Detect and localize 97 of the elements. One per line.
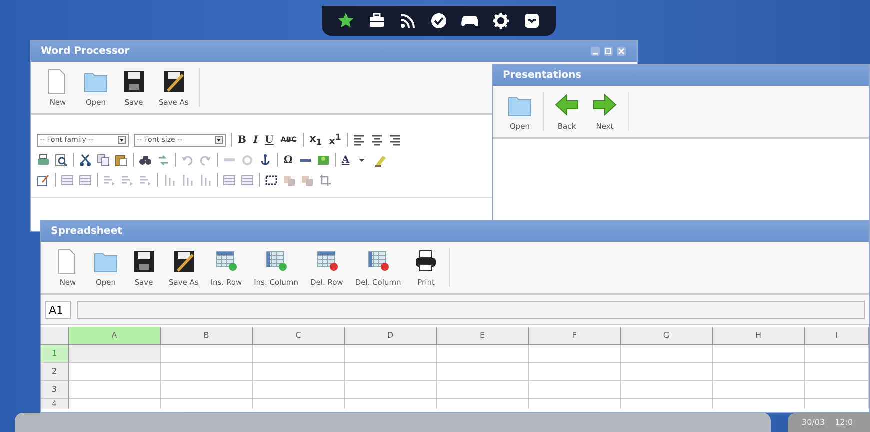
column-header[interactable]: I: [805, 327, 869, 345]
right-arrow-icon: [592, 92, 618, 118]
column-header[interactable]: B: [161, 327, 253, 345]
table-cell[interactable]: [253, 381, 345, 399]
selection-icon[interactable]: [265, 174, 278, 186]
column-header[interactable]: E: [437, 327, 529, 345]
table-cell[interactable]: [805, 363, 869, 381]
table-icon[interactable]: [61, 174, 74, 186]
row-header[interactable]: 3: [41, 381, 69, 399]
format-button[interactable]: U: [264, 134, 275, 146]
table-cell[interactable]: [805, 345, 869, 363]
replace-icon[interactable]: [157, 154, 170, 166]
format-button[interactable]: Ω: [283, 154, 294, 166]
column-header[interactable]: D: [345, 327, 437, 345]
window-title: Presentations: [503, 70, 583, 81]
star-icon[interactable]: [336, 12, 355, 30]
anchor-icon[interactable]: [259, 154, 272, 166]
binoculars-icon[interactable]: [139, 154, 152, 166]
column-header[interactable]: C: [253, 327, 345, 345]
table-cell[interactable]: [529, 381, 621, 399]
formula-field[interactable]: [77, 301, 865, 319]
table-cell[interactable]: [621, 381, 713, 399]
table-cell[interactable]: [713, 345, 805, 363]
table-cell[interactable]: [345, 381, 437, 399]
table-cell[interactable]: [161, 345, 253, 363]
table-cell[interactable]: [437, 363, 529, 381]
format-button[interactable]: x$_{1}$: [308, 134, 324, 146]
clipboard-icon[interactable]: [115, 154, 128, 166]
table-cell[interactable]: [529, 345, 621, 363]
window-title: Word Processor: [41, 46, 131, 57]
align-left-icon[interactable]: [353, 134, 366, 146]
window-title: Spreadsheet: [51, 226, 124, 237]
table-row-icon[interactable]: [139, 174, 152, 186]
layers-icon[interactable]: [301, 174, 314, 186]
table-cell[interactable]: [69, 345, 161, 363]
column-header[interactable]: A: [69, 327, 161, 345]
table-cell[interactable]: [253, 345, 345, 363]
format-button[interactable]: B: [237, 134, 248, 146]
corner-cell: [41, 327, 69, 345]
inbox-icon[interactable]: [523, 12, 542, 30]
settings-icon[interactable]: [492, 12, 510, 30]
magnifier-icon[interactable]: [55, 154, 68, 166]
row-header[interactable]: 2: [41, 363, 69, 381]
caret-icon: [215, 136, 223, 144]
format-button[interactable]: A: [340, 154, 351, 166]
table-cell[interactable]: [805, 381, 869, 399]
table-cell[interactable]: [437, 381, 529, 399]
table-column-icon[interactable]: [181, 174, 194, 186]
table-icon[interactable]: [79, 174, 92, 186]
table-column-icon[interactable]: [163, 174, 176, 186]
column-header[interactable]: H: [713, 327, 805, 345]
table-cell[interactable]: [345, 363, 437, 381]
minimize-icon[interactable]: [590, 46, 601, 57]
cell-reference-field[interactable]: A1: [45, 301, 71, 319]
image-icon[interactable]: [316, 154, 330, 166]
layers-icon[interactable]: [283, 174, 296, 186]
feed-icon[interactable]: [398, 12, 417, 30]
table-cell[interactable]: [253, 363, 345, 381]
column-header[interactable]: G: [621, 327, 713, 345]
format-button[interactable]: I: [252, 134, 260, 146]
table-cell[interactable]: [69, 363, 161, 381]
scissors-icon[interactable]: [79, 154, 92, 166]
check-circle-icon[interactable]: [430, 12, 448, 30]
edit-icon[interactable]: [37, 174, 50, 186]
table-cell[interactable]: [345, 345, 437, 363]
table-cell[interactable]: [713, 363, 805, 381]
unlink-icon[interactable]: [241, 154, 254, 166]
format-button[interactable]: x$^{1}$: [328, 132, 342, 148]
time-text: 12:0: [835, 418, 854, 427]
printer-icon[interactable]: [37, 154, 50, 166]
table-icon[interactable]: [223, 174, 236, 186]
table-cell[interactable]: [529, 363, 621, 381]
align-center-icon[interactable]: [371, 134, 384, 146]
table-cell[interactable]: [621, 345, 713, 363]
redo-icon[interactable]: [199, 154, 212, 166]
copy-icon[interactable]: [97, 154, 110, 166]
table-cell[interactable]: [621, 363, 713, 381]
date-text: 30/03: [802, 418, 826, 427]
crop-icon[interactable]: [319, 174, 332, 186]
align-right-icon[interactable]: [389, 134, 402, 146]
table-cell[interactable]: [161, 381, 253, 399]
column-header[interactable]: F: [529, 327, 621, 345]
undo-icon[interactable]: [181, 154, 194, 166]
caret-icon: [118, 136, 126, 144]
table-icon[interactable]: [241, 174, 254, 186]
maximize-icon[interactable]: [603, 46, 614, 57]
briefcase-icon[interactable]: [368, 12, 386, 30]
table-row-icon[interactable]: [121, 174, 134, 186]
left-arrow-icon: [554, 92, 580, 118]
table-cell[interactable]: [161, 363, 253, 381]
table-column-icon[interactable]: [199, 174, 212, 186]
table-cell[interactable]: [713, 381, 805, 399]
highlighter-icon[interactable]: [374, 154, 387, 166]
table-cell[interactable]: [437, 345, 529, 363]
table-row-icon[interactable]: [103, 174, 116, 186]
close-icon[interactable]: [616, 46, 627, 57]
table-cell[interactable]: [69, 381, 161, 399]
